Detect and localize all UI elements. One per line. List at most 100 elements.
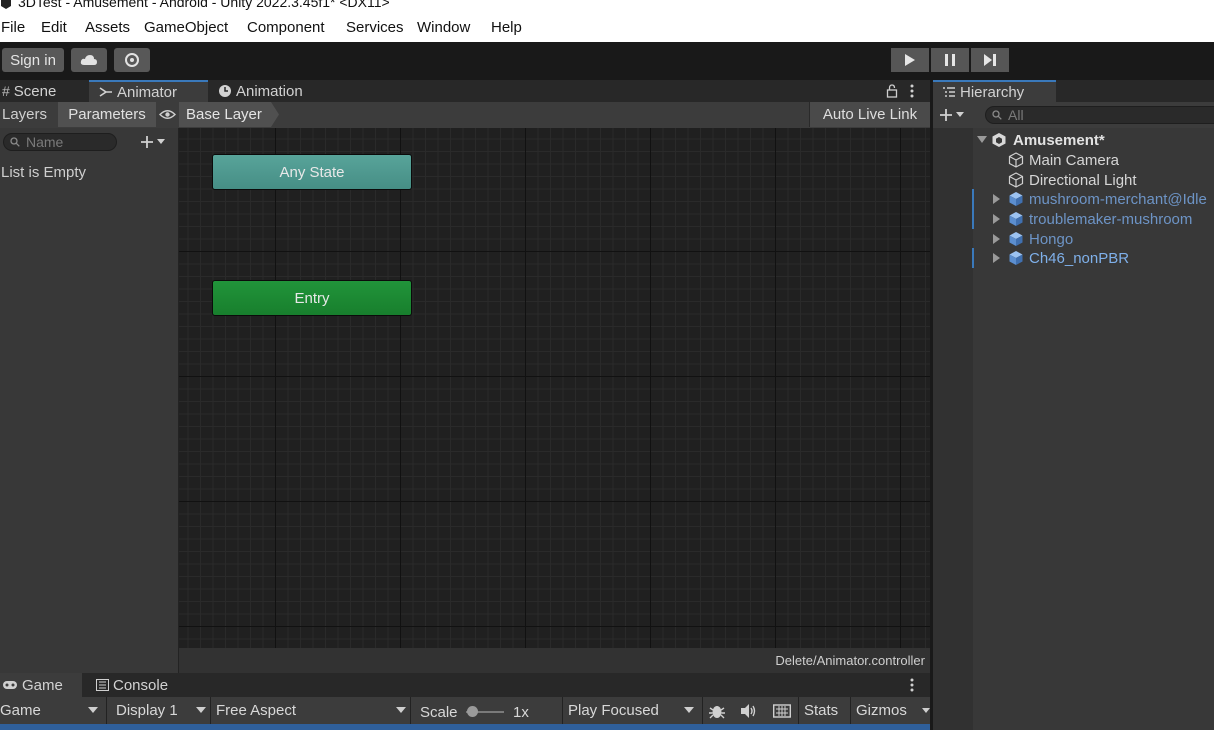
scale-slider-handle[interactable] (467, 706, 478, 717)
step-button[interactable] (971, 48, 1009, 72)
unity-scene-icon (992, 133, 1006, 147)
menu-file[interactable]: File (1, 19, 25, 36)
tab-hierarchy[interactable]: Hierarchy (933, 80, 1056, 102)
chevron-down-icon (196, 707, 206, 713)
chevron-down-icon (157, 139, 165, 144)
controller-path: Delete/Animator.controller (775, 653, 925, 668)
parameters-tab[interactable]: Parameters (58, 102, 156, 127)
settings-button[interactable] (114, 48, 150, 72)
aspect-label: Free Aspect (216, 702, 297, 719)
sign-in-button[interactable]: Sign in (2, 48, 64, 72)
cloud-button[interactable] (71, 48, 107, 72)
tab-animator[interactable]: Animator (89, 80, 208, 102)
pause-button[interactable] (931, 48, 969, 72)
tab-scene-label: Scene (13, 82, 57, 100)
hierarchy-item-hongo[interactable]: Hongo (933, 229, 1214, 249)
eye-icon[interactable] (159, 109, 176, 120)
menu-edit[interactable]: Edit (41, 19, 67, 36)
main-toolbar: Sign in (0, 42, 1214, 80)
menu-window[interactable]: Window (417, 19, 470, 36)
hierarchy-search-input[interactable]: All (985, 106, 1214, 124)
list-icon (943, 87, 955, 97)
parameters-tab-label: Parameters (68, 106, 146, 123)
lock-icon[interactable] (886, 84, 898, 98)
stats-button[interactable]: Stats (804, 697, 838, 724)
scene-name: Amusement* (1013, 132, 1105, 149)
tab-scene[interactable]: # Scene (0, 80, 90, 102)
entry-node[interactable]: Entry (212, 280, 412, 316)
hierarchy-tab-bar: Hierarchy (933, 80, 1214, 102)
cloud-icon (80, 55, 97, 65)
hierarchy-item-main-camera[interactable]: Main Camera (933, 150, 1214, 170)
hierarchy-item-directional-light[interactable]: Directional Light (933, 170, 1214, 190)
search-icon (10, 137, 20, 147)
plus-icon (141, 136, 153, 148)
more-options-icon[interactable] (909, 83, 915, 99)
animator-header: Layers Parameters Base Layer Auto Live L… (0, 102, 930, 129)
state-machine-graph[interactable]: Any State Entry (179, 128, 930, 648)
breadcrumb-base-layer[interactable]: Base Layer (179, 102, 279, 127)
expand-arrow-icon[interactable] (993, 234, 1000, 244)
gizmos-button[interactable]: Gizmos (856, 697, 907, 724)
speaker-icon[interactable] (740, 703, 758, 719)
add-parameter-button[interactable] (140, 133, 174, 151)
aspect-dropdown[interactable]: Free Aspect (216, 697, 408, 724)
menu-component[interactable]: Component (247, 19, 325, 36)
play-mode-label: Play Focused (568, 702, 659, 719)
display-dropdown[interactable]: Display 1 (116, 697, 208, 724)
menu-services[interactable]: Services (346, 19, 404, 36)
chevron-down-icon (88, 707, 98, 713)
animator-tab-bar: # Scene Animator Animation (0, 80, 930, 102)
plus-icon (940, 109, 952, 121)
auto-live-link-label: Auto Live Link (822, 106, 918, 123)
scale-label: Scale (420, 704, 458, 721)
parameter-search-input[interactable]: Name (3, 133, 117, 151)
display-label: Display 1 (116, 702, 178, 719)
keyboard-icon[interactable] (773, 703, 791, 719)
game-tab-bar: Game Console (0, 673, 930, 697)
game-view[interactable] (0, 724, 930, 730)
auto-live-link-button[interactable]: Auto Live Link (809, 102, 930, 127)
tab-animator-label: Animator (117, 83, 178, 101)
divider (850, 697, 851, 724)
graph-footer: Delete/Animator.controller (179, 648, 930, 673)
hierarchy-item-ch46[interactable]: Ch46_nonPBR (933, 248, 1214, 268)
hierarchy-item-label: Main Camera (1029, 152, 1120, 169)
tab-hierarchy-label: Hierarchy (960, 83, 1025, 101)
divider (798, 697, 799, 724)
hierarchy-toolbar: All (933, 102, 1214, 129)
divider (410, 697, 411, 724)
menu-help[interactable]: Help (491, 19, 522, 36)
expand-arrow-icon[interactable] (993, 253, 1000, 263)
hierarchy-item-troublemaker-mushroom[interactable]: troublemaker-mushroom (933, 209, 1214, 229)
expand-arrow-icon[interactable] (993, 214, 1000, 224)
tab-game-label: Game (22, 676, 63, 694)
create-object-button[interactable] (939, 107, 973, 123)
scene-root-row[interactable]: Amusement* (933, 130, 1214, 150)
tab-animation[interactable]: Animation (218, 80, 328, 102)
divider (106, 697, 107, 724)
menu-gameobject[interactable]: GameObject (144, 19, 228, 36)
prefab-override-bar (972, 248, 974, 268)
tab-game[interactable]: Game (0, 673, 82, 697)
gamepad-icon (3, 681, 17, 689)
chevron-down-icon[interactable] (922, 708, 930, 714)
play-icon (905, 54, 915, 66)
tab-console[interactable]: Console (96, 673, 186, 697)
any-state-node[interactable]: Any State (212, 154, 412, 190)
expand-arrow-icon[interactable] (993, 194, 1000, 204)
hierarchy-item-mushroom-merchant[interactable]: mushroom-merchant@Idle (933, 189, 1214, 209)
game-more-options-icon[interactable] (909, 677, 915, 693)
bug-icon[interactable] (708, 702, 726, 720)
expand-arrow-icon[interactable] (977, 136, 987, 144)
game-mode-dropdown[interactable]: Game (0, 697, 104, 724)
tab-console-label: Console (113, 676, 169, 694)
chevron-down-icon (396, 707, 406, 713)
play-mode-dropdown[interactable]: Play Focused (568, 697, 700, 724)
play-button[interactable] (891, 48, 929, 72)
layers-tab[interactable]: Layers (0, 102, 57, 127)
menu-assets[interactable]: Assets (85, 19, 130, 36)
game-mode-label: Game (0, 702, 41, 719)
parameter-search-placeholder: Name (26, 134, 64, 150)
sign-in-label: Sign in (10, 51, 56, 69)
